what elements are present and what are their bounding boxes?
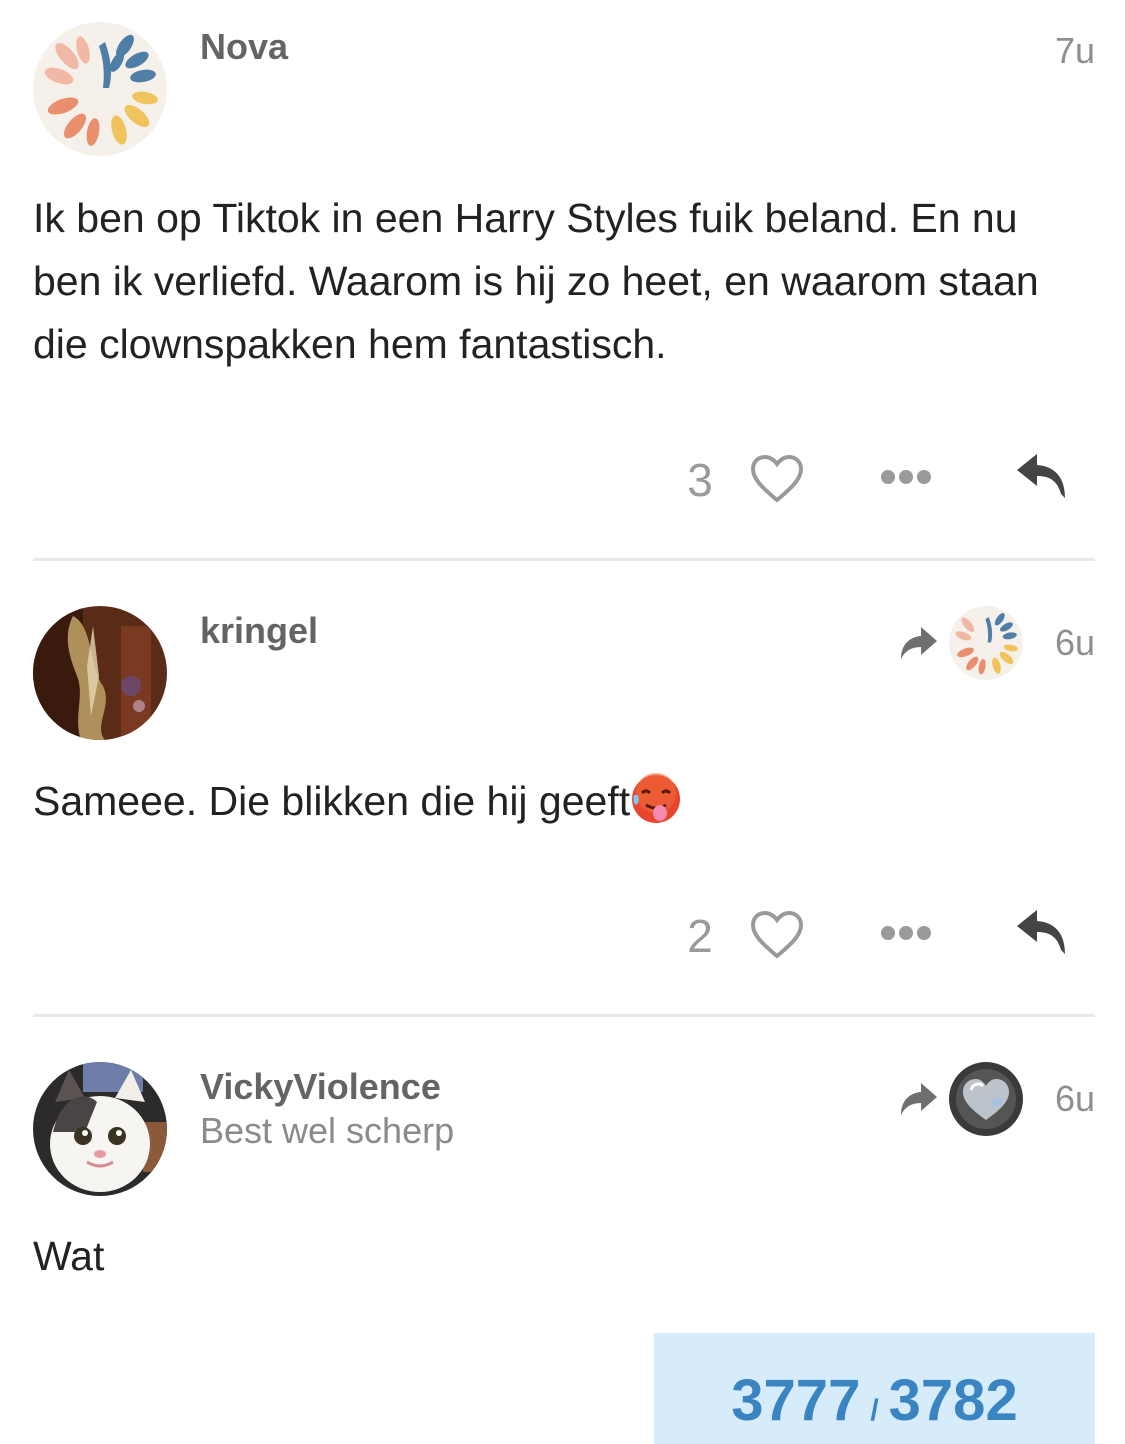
progress-text: 3777 / 3782 (654, 1367, 1095, 1434)
reply-to-avatar[interactable] (949, 606, 1023, 680)
reply-to-avatar[interactable] (949, 1062, 1023, 1136)
hot-face-emoji-icon (632, 773, 681, 823)
user-avatar[interactable] (33, 22, 167, 156)
post-time[interactable]: 6u (1055, 1078, 1095, 1120)
like-count[interactable]: 2 (675, 906, 725, 966)
post-body: Wat (33, 1233, 105, 1279)
topic-progress[interactable]: 3777 / 3782 (654, 1333, 1095, 1444)
progress-separator: / (870, 1394, 879, 1427)
post-divider (33, 1014, 1095, 1017)
post-vickyviolence: VickyViolence Best wel scherp 6u Wat (33, 1062, 1095, 1362)
user-avatar[interactable] (33, 1062, 167, 1196)
share-arrow-icon (901, 627, 937, 659)
reply-to-indicator[interactable] (897, 1062, 1023, 1136)
heart-bubble-avatar-icon (949, 1062, 1023, 1136)
user-title: Best wel scherp (200, 1110, 455, 1151)
post-body: Sameee. Die blikken die hij geeft (33, 770, 1083, 833)
photo-avatar-icon (33, 606, 167, 740)
cat-avatar-icon (33, 1062, 167, 1196)
share-arrow-icon (901, 1083, 937, 1115)
post-divider (33, 558, 1095, 561)
user-avatar[interactable] (33, 606, 167, 740)
post-actions: 3 (675, 450, 1095, 510)
reply-icon[interactable] (1013, 450, 1071, 502)
progress-total: 3782 (888, 1368, 1018, 1433)
post-nova: Nova 7u Ik ben op Tiktok in een Harry St… (33, 22, 1095, 542)
post-body: Ik ben op Tiktok in een Harry Styles fui… (33, 195, 1039, 367)
post-body-text: Sameee. Die blikken die hij geeft (33, 778, 631, 824)
progress-current: 3777 (731, 1368, 861, 1433)
post-actions: 2 (675, 906, 1095, 966)
like-count[interactable]: 3 (675, 450, 725, 510)
post-kringel: kringel 6u Sameee. Die blikken die hij g… (33, 606, 1095, 1006)
post-time[interactable]: 6u (1055, 622, 1095, 664)
heart-icon[interactable] (750, 910, 804, 960)
post-time[interactable]: 7u (1055, 30, 1095, 72)
heart-icon[interactable] (750, 454, 804, 504)
more-options-icon[interactable] (880, 922, 932, 944)
abstract-leaf-avatar-icon (33, 22, 167, 156)
reply-icon[interactable] (1013, 906, 1071, 958)
topic-thread: Nova 7u Ik ben op Tiktok in een Harry St… (0, 0, 1125, 1444)
reply-to-indicator[interactable] (897, 606, 1023, 680)
username[interactable]: VickyViolence (200, 1066, 441, 1108)
username[interactable]: kringel (200, 610, 318, 652)
username[interactable]: Nova (200, 26, 288, 68)
abstract-leaf-avatar-icon (949, 606, 1023, 680)
more-options-icon[interactable] (880, 466, 932, 488)
